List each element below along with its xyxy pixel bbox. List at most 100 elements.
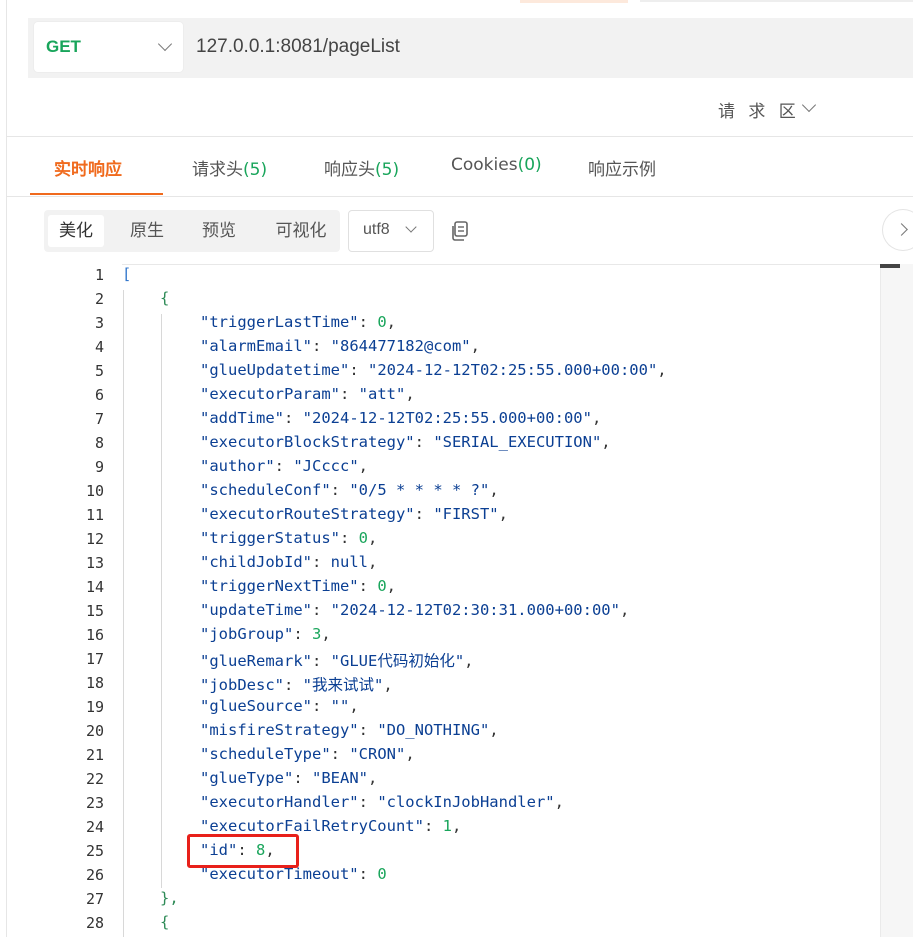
scrollbar-thumb[interactable] — [880, 264, 900, 268]
chevron-down-icon — [157, 36, 173, 52]
tab-cookies[interactable]: Cookies(0) — [451, 155, 542, 175]
copy-icon[interactable] — [449, 220, 471, 242]
mode-raw-button[interactable]: 原生 — [116, 215, 178, 247]
json-value: 3 — [312, 625, 322, 643]
code-line: "executorParam": "att", — [200, 385, 415, 403]
tab-realtime-response[interactable]: 实时响应 — [54, 155, 122, 180]
line-number: 8 — [94, 434, 104, 452]
request-area-toggle[interactable]: 请 求 区 — [718, 96, 816, 122]
code-line: "scheduleType": "CRON", — [200, 745, 415, 763]
bracket: { — [160, 913, 170, 931]
request-area-label: 请 求 区 — [718, 101, 800, 122]
json-key: "scheduleType" — [200, 745, 331, 763]
comma: , — [489, 481, 499, 499]
line-number: 10 — [85, 482, 104, 500]
comma: , — [498, 505, 508, 523]
json-key: "jobGroup" — [200, 625, 294, 643]
mode-beautify-button[interactable]: 美化 — [48, 215, 104, 247]
comma: , — [451, 817, 462, 835]
comma: , — [368, 529, 378, 547]
comma: , — [386, 313, 396, 331]
json-value: "2024-12-12T02:25:55.000+00:00" — [302, 409, 592, 427]
tab-response-example[interactable]: 响应示例 — [588, 155, 656, 180]
line-number: 11 — [85, 506, 104, 524]
mode-visualize-button[interactable]: 可视化 — [266, 215, 336, 247]
comma: , — [554, 793, 564, 811]
json-key: "glueType" — [200, 769, 294, 787]
top-strip — [640, 0, 913, 2]
line-number: 2 — [94, 290, 104, 308]
colon: : — [274, 457, 294, 475]
json-key: "updateTime" — [200, 601, 312, 619]
bracket: }, — [160, 889, 179, 907]
url-input[interactable]: 127.0.0.1:8081/pageList — [196, 36, 400, 58]
comma: , — [489, 721, 499, 739]
method-label: GET — [46, 37, 81, 56]
code-line: "executorFailRetryCount": 1, — [200, 817, 461, 835]
line-number: 19 — [85, 698, 104, 716]
colon: : — [358, 865, 378, 883]
json-value: "0/5 * * * * ?" — [349, 481, 490, 499]
editor-scrollbar[interactable] — [880, 264, 913, 937]
json-value: "864477182@com" — [330, 337, 471, 355]
tab-label: 请求头 — [192, 160, 243, 180]
colon: : — [311, 337, 331, 355]
json-value: "clockInJobHandler" — [377, 793, 555, 811]
line-number: 18 — [85, 674, 104, 692]
divider — [7, 136, 913, 137]
code-line: "triggerLastTime": 0, — [200, 313, 396, 331]
encoding-label: utf8 — [363, 221, 390, 238]
comma: , — [470, 337, 480, 355]
code-line: "alarmEmail": "864477182@com", — [200, 337, 480, 355]
code-line: "addTime": "2024-12-12T02:25:55.000+00:0… — [200, 409, 601, 427]
json-key: "triggerLastTime" — [200, 313, 359, 331]
json-value: 0 — [377, 313, 387, 331]
comma: , — [405, 745, 415, 763]
comma: , — [358, 457, 368, 475]
comma: , — [619, 601, 630, 619]
tab-count: (0) — [517, 155, 542, 175]
json-key: "addTime" — [200, 409, 284, 427]
json-key: "executorBlockStrategy" — [200, 433, 415, 451]
json-value: "att" — [358, 385, 406, 403]
code-line: "triggerStatus": 0, — [200, 529, 377, 547]
highlight-annotation — [187, 834, 299, 868]
json-key: "author" — [200, 457, 275, 475]
tab-request-headers[interactable]: 请求头(5) — [192, 155, 267, 180]
json-value: "CRON" — [349, 745, 406, 763]
json-value: 0 — [358, 529, 368, 547]
colon: : — [414, 505, 434, 523]
side-panel-toggle[interactable] — [883, 210, 913, 250]
indent-guide — [123, 290, 124, 937]
json-key: "glueSource" — [200, 697, 312, 715]
line-number: 4 — [94, 338, 104, 356]
view-mode-group: 美化 原生 预览 可视化 — [44, 210, 340, 252]
colon: : — [414, 433, 434, 451]
line-number: 25 — [85, 842, 104, 860]
mode-preview-button[interactable]: 预览 — [188, 215, 250, 247]
line-number: 1 — [94, 266, 104, 284]
method-select[interactable]: GET — [34, 22, 183, 72]
json-key: "triggerNextTime" — [200, 577, 359, 595]
colon: : — [311, 553, 331, 571]
line-number: 13 — [85, 554, 104, 572]
left-border — [6, 0, 7, 937]
encoding-select[interactable]: utf8 — [348, 210, 434, 252]
bracket: [ — [122, 265, 132, 283]
colon: : — [339, 529, 359, 547]
json-key: "scheduleConf" — [200, 481, 331, 499]
json-value: "我来试试" — [302, 676, 384, 694]
api-client-window: GET 127.0.0.1:8081/pageList 请 求 区 实时响应 请… — [0, 0, 913, 937]
tab-response-headers[interactable]: 响应头(5) — [324, 155, 399, 180]
json-response-editor[interactable]: 1 [2 {3 "triggerLastTime": 0, 4 "alarmEmail":… — [44, 264, 882, 937]
divider — [7, 196, 913, 197]
line-number: 22 — [85, 770, 104, 788]
active-tab-indicator — [30, 193, 163, 195]
line-number: 12 — [85, 530, 104, 548]
colon: : — [330, 481, 350, 499]
code-line: "glueRemark": "GLUE代码初始化", — [200, 649, 474, 671]
comma: , — [405, 385, 415, 403]
code-line: "glueSource": "", — [200, 697, 359, 715]
line-number: 20 — [85, 722, 104, 740]
line-number: 14 — [85, 578, 104, 596]
